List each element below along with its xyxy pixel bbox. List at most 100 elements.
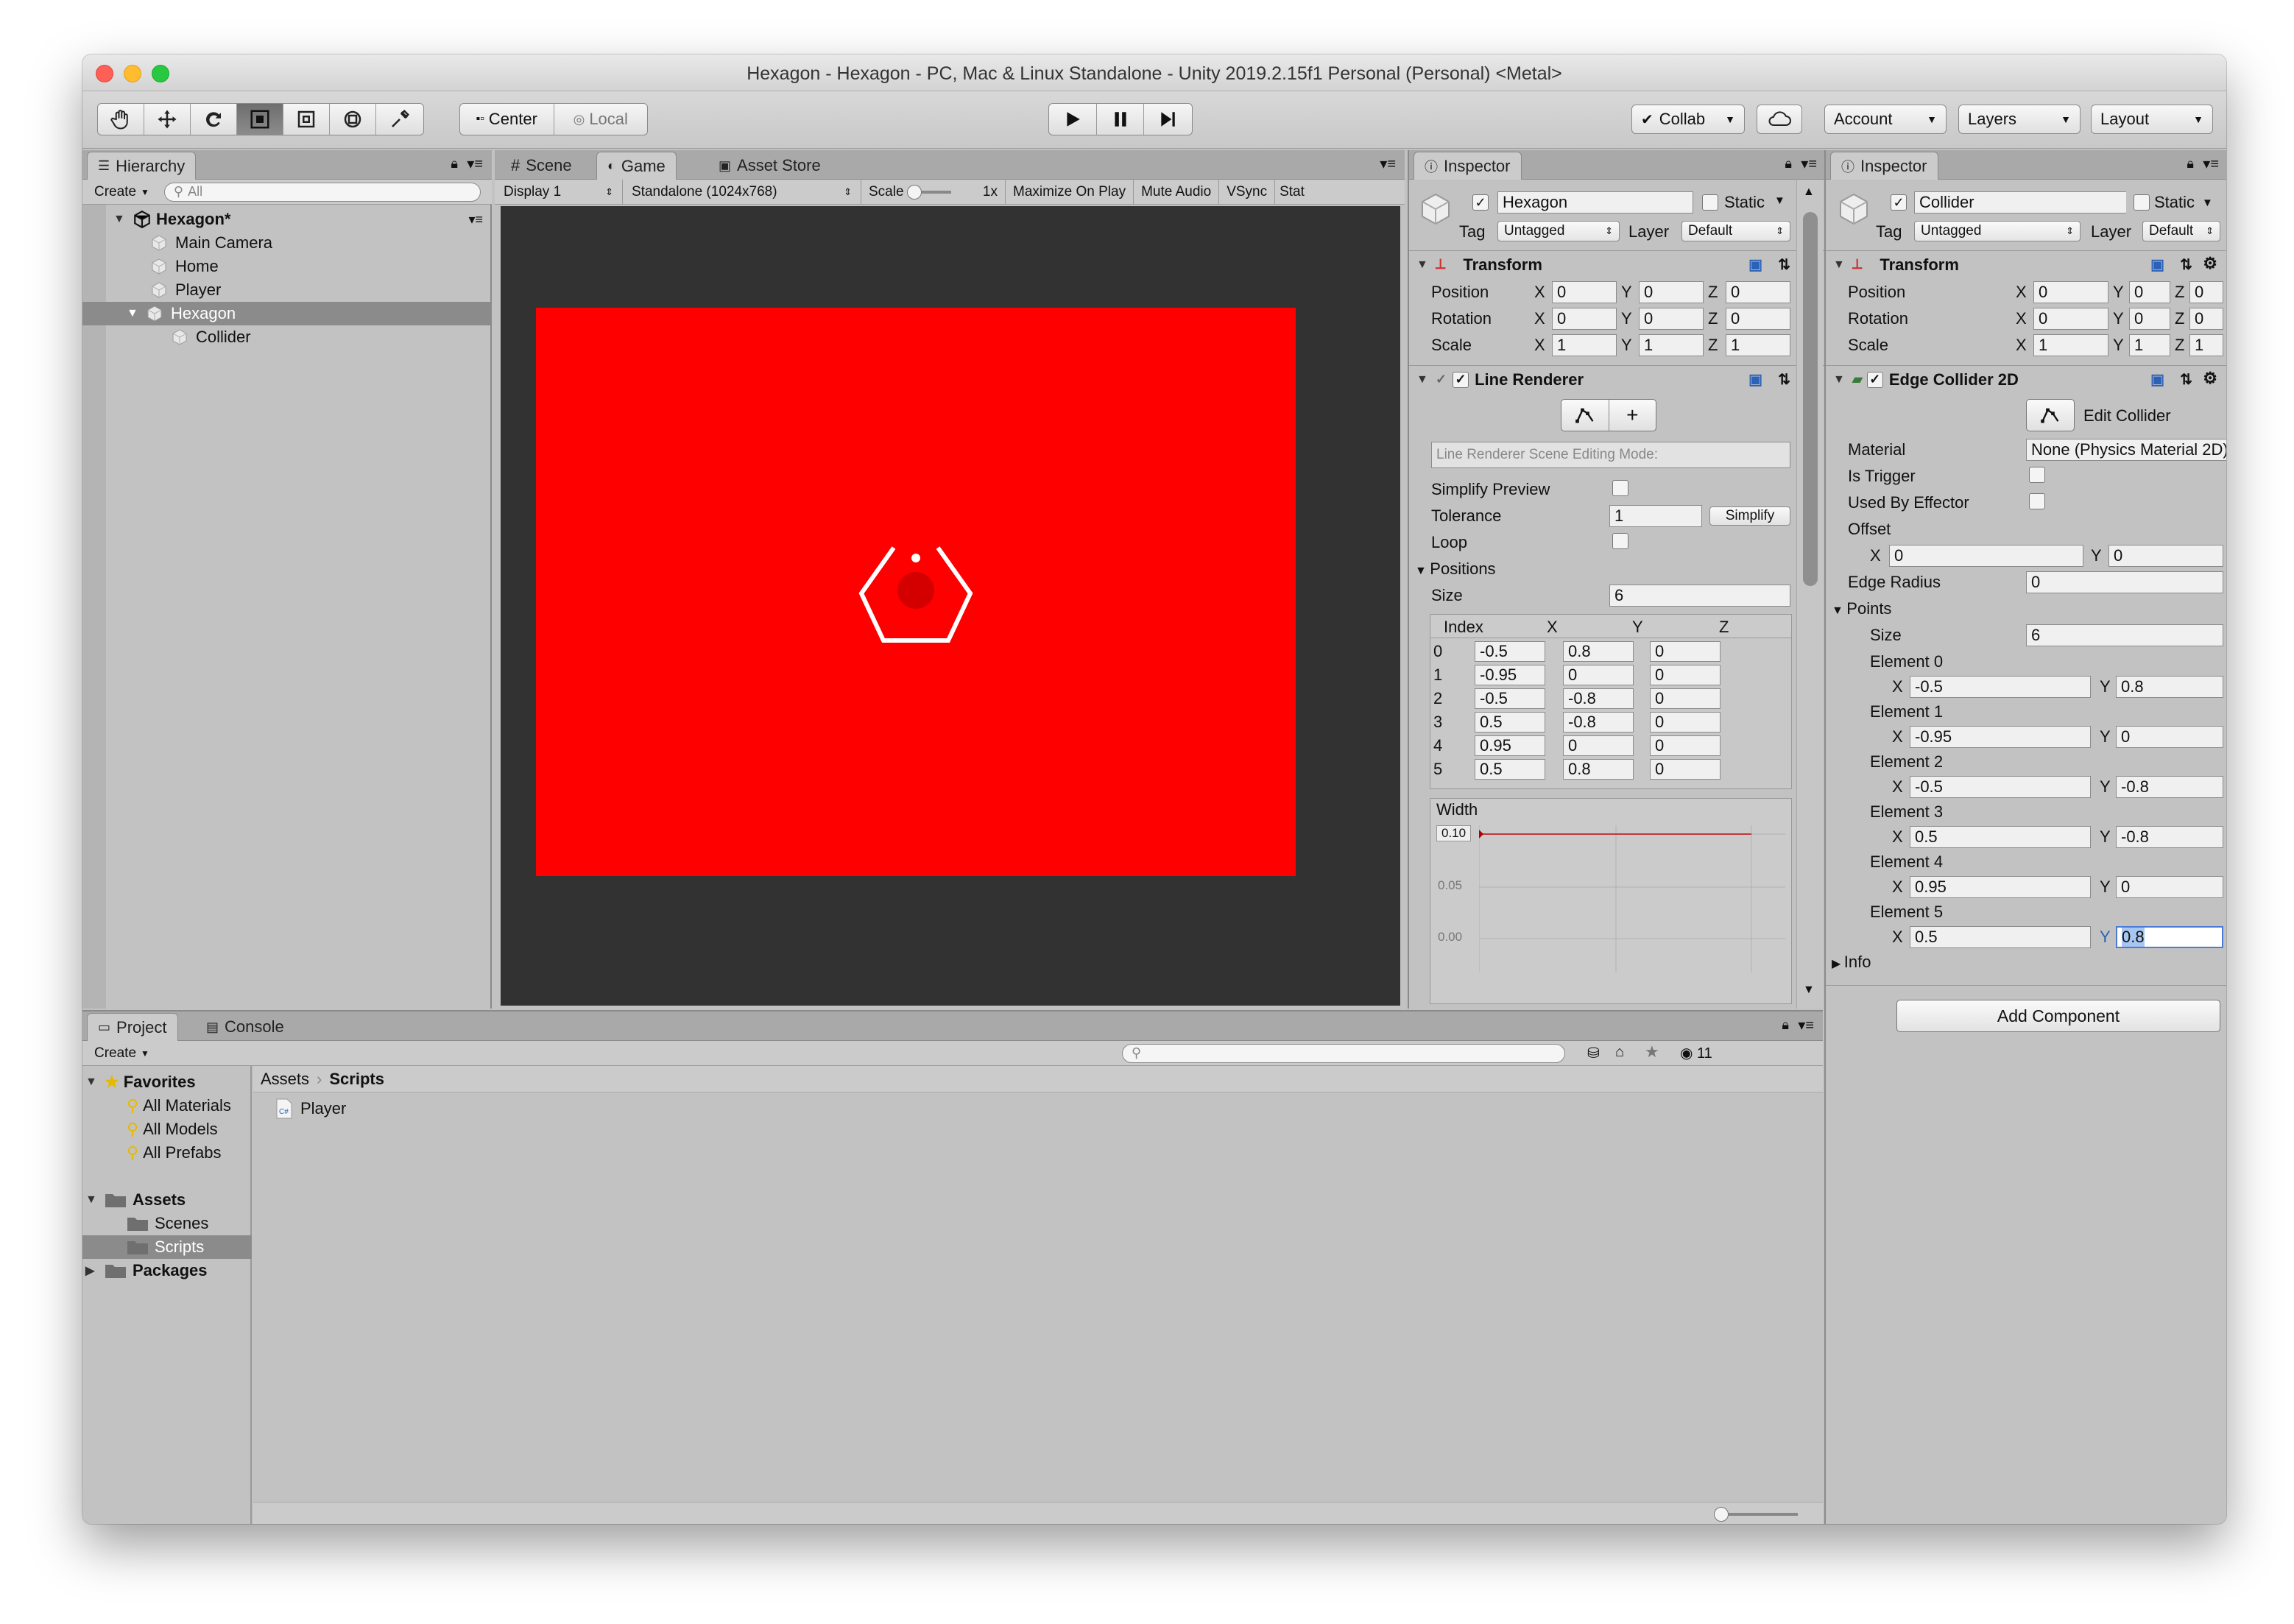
element-y-input[interactable]: 0.8	[2116, 926, 2223, 948]
static-dropdown-icon[interactable]: ▼	[1774, 194, 1785, 207]
static-toggle-2[interactable]: Static ▼	[2126, 191, 2226, 213]
panel-menu-icon[interactable]: ▾≡	[1798, 1016, 1814, 1034]
project-create-dropdown[interactable]: Create ▼	[87, 1044, 157, 1063]
tab-inspector-2[interactable]: ⓘ Inspector	[1830, 152, 1938, 180]
filter-by-type-icon[interactable]: ⛁	[1587, 1044, 1600, 1062]
tab-project[interactable]: ▭ Project	[87, 1013, 178, 1041]
position-y-input[interactable]: 0	[1639, 281, 1704, 303]
points-foldout[interactable]: ▼ Points	[1832, 599, 1891, 618]
layers-dropdown[interactable]: Layers ▼	[1958, 105, 2081, 134]
inspector-scrollbar[interactable]: ▲ ▼	[1796, 180, 1823, 1009]
static-dropdown-icon[interactable]: ▼	[2202, 197, 2213, 209]
edit-points-button[interactable]	[1561, 400, 1609, 431]
icon-size-slider[interactable]	[1717, 1513, 1798, 1516]
transform-component-header-2[interactable]: ▼ ⟂ Transform ▣ ⇅ ⚙	[1826, 250, 2226, 278]
edge-collider-enabled-checkbox[interactable]: ✓	[1866, 371, 1883, 388]
element-x-input[interactable]: -0.5	[1910, 776, 2091, 798]
tab-inspector[interactable]: ⓘ Inspector	[1414, 152, 1522, 180]
tolerance-input[interactable]: 1	[1609, 505, 1702, 527]
position-y-input[interactable]: 0.8	[1563, 641, 1634, 662]
lock-icon[interactable]: 🔒︎	[2187, 156, 2194, 172]
position-y-input[interactable]: -0.8	[1563, 688, 1634, 709]
rotation-y-input-2[interactable]: 0	[2129, 308, 2170, 330]
position-y-input[interactable]: 0.8	[1563, 759, 1634, 780]
collapse-triangle-icon[interactable]: ▼	[1416, 373, 1436, 386]
position-z-input[interactable]: 0	[1650, 641, 1720, 662]
transform-tool-button[interactable]	[330, 104, 376, 135]
resolution-dropdown[interactable]: Standalone (1024x768) ⇕	[623, 180, 861, 204]
packages-foldout[interactable]: ▶ Packages	[82, 1259, 252, 1282]
help-book-icon[interactable]: ▣	[2150, 370, 2164, 389]
position-x-input[interactable]: 0.5	[1475, 712, 1545, 732]
position-z-input[interactable]: 0	[1726, 281, 1790, 303]
pivot-local-button[interactable]: ◎ Local	[554, 104, 648, 135]
favorite-all-models[interactable]: ⚲ All Models	[127, 1118, 218, 1141]
offset-y-input[interactable]: 0	[2108, 545, 2223, 567]
edge-radius-input[interactable]: 0	[2026, 571, 2223, 593]
active-checkbox[interactable]: ✓	[1472, 194, 1489, 211]
rotation-x-input-2[interactable]: 0	[2033, 308, 2108, 330]
scene-menu-icon[interactable]: ▾≡	[468, 212, 483, 227]
curve-key-handle[interactable]	[1479, 830, 1483, 839]
scrollbar-thumb[interactable]	[1803, 212, 1818, 586]
element-x-input[interactable]: 0.5	[1910, 926, 2091, 948]
position-x-input[interactable]: 0.95	[1475, 735, 1545, 756]
positions-foldout[interactable]: ▼ Positions	[1415, 559, 1496, 579]
folder-scripts[interactable]: Scripts	[82, 1235, 252, 1259]
tab-console[interactable]: ▤ Console	[196, 1013, 294, 1041]
element-x-input[interactable]: 0.95	[1910, 876, 2091, 898]
collapse-triangle-icon[interactable]: ▼	[85, 1076, 105, 1089]
maximize-on-play-toggle[interactable]: Maximize On Play	[1006, 180, 1134, 204]
pause-button[interactable]	[1097, 104, 1144, 135]
lock-icon[interactable]: 🔒︎	[1782, 1017, 1789, 1033]
favorite-star-icon[interactable]: ★	[1645, 1042, 1659, 1062]
position-x-input-2[interactable]: 0	[2033, 281, 2108, 303]
game-viewport[interactable]	[501, 206, 1400, 1006]
stats-toggle[interactable]: Stat	[1275, 180, 1309, 204]
position-z-input-2[interactable]: 0	[2189, 281, 2223, 303]
add-point-button[interactable]: +	[1609, 400, 1656, 431]
position-y-input[interactable]: -0.8	[1563, 712, 1634, 732]
scale-slider[interactable]: Scale 1x	[861, 180, 1006, 204]
collapse-triangle-icon[interactable]: ▼	[1833, 373, 1852, 386]
position-z-input[interactable]: 0	[1650, 688, 1720, 709]
favorite-all-prefabs[interactable]: ⚲ All Prefabs	[127, 1141, 222, 1165]
element-x-input[interactable]: 0.5	[1910, 826, 2091, 848]
transform-component-header[interactable]: ▼ ⟂ Transform ▣ ⇅ ⚙	[1409, 250, 1826, 278]
account-dropdown[interactable]: Account ▼	[1824, 105, 1947, 134]
play-button[interactable]	[1049, 104, 1098, 135]
position-y-input[interactable]: 0	[1563, 665, 1634, 685]
rotation-z-input-2[interactable]: 0	[2189, 308, 2223, 330]
help-book-icon[interactable]: ▣	[1748, 370, 1762, 389]
positions-size-input[interactable]: 6	[1609, 585, 1790, 607]
position-x-input[interactable]: -0.95	[1475, 665, 1545, 685]
scale-z-input[interactable]: 1	[1726, 334, 1790, 356]
layer-dropdown[interactable]: Default ⇕	[1681, 221, 1790, 241]
gear-icon[interactable]: ⚙	[2203, 254, 2217, 273]
favorites-foldout[interactable]: ▼ ★ Favorites	[82, 1070, 252, 1094]
gear-icon[interactable]: ⚙	[2203, 369, 2217, 388]
position-z-input[interactable]: 0	[1650, 735, 1720, 756]
material-object-field[interactable]: None (Physics Material 2D)	[2026, 439, 2226, 461]
position-z-input[interactable]: 0	[1650, 759, 1720, 780]
scene-root-row[interactable]: ▼ Hexagon* ▾≡	[106, 208, 492, 231]
position-x-input[interactable]: -0.5	[1475, 641, 1545, 662]
scale-x-input[interactable]: 1	[1552, 334, 1617, 356]
scroll-down-icon[interactable]: ▼	[1803, 984, 1815, 997]
expand-triangle-icon[interactable]: ▶	[85, 1263, 105, 1278]
preset-icon[interactable]: ⇅	[2180, 255, 2192, 274]
loop-checkbox[interactable]	[1612, 533, 1628, 549]
panel-menu-icon[interactable]: ▾≡	[2203, 155, 2219, 173]
element-x-input[interactable]: -0.95	[1910, 726, 2091, 748]
tab-hierarchy[interactable]: ☰ Hierarchy	[87, 152, 197, 180]
rotation-y-input[interactable]: 0	[1639, 308, 1704, 330]
hidden-packages-toggle[interactable]: ◉ 11	[1680, 1044, 1712, 1062]
scale-y-input[interactable]: 1	[1639, 334, 1704, 356]
lock-icon[interactable]: 🔒︎	[451, 156, 458, 172]
edge-collider-component-header[interactable]: ▼ ▰ ✓ Edge Collider 2D ▣ ⇅ ⚙	[1826, 365, 2226, 393]
pivot-center-button[interactable]: ▪▫ Center	[460, 104, 554, 135]
hierarchy-search-input[interactable]: ⚲ All	[163, 182, 481, 202]
step-button[interactable]	[1144, 104, 1192, 135]
points-size-input[interactable]: 6	[2026, 624, 2223, 646]
tag-dropdown[interactable]: Untagged ⇕	[1497, 221, 1620, 241]
